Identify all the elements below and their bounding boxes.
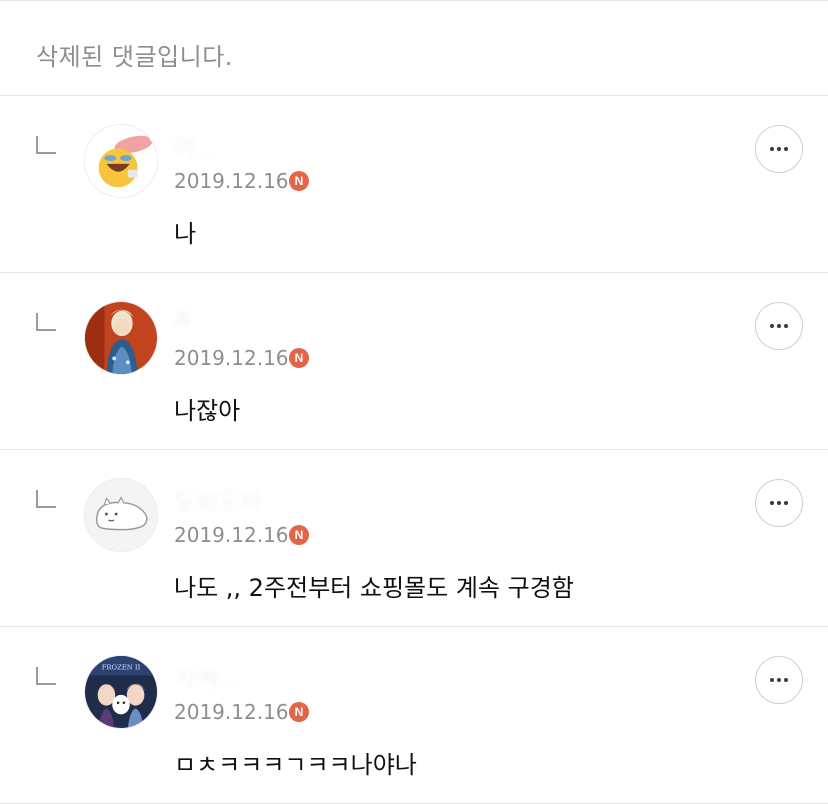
deleted-comment-text: 삭제된 댓글입니다.	[36, 43, 233, 71]
more-options-button[interactable]	[755, 479, 803, 527]
username[interactable]: A	[174, 305, 190, 335]
comment-text: 나도 ,, 2주전부터 쇼핑몰도 계속 구경함	[174, 574, 574, 602]
more-options-button[interactable]	[755, 302, 803, 350]
avatar[interactable]	[84, 301, 158, 375]
emoji-laughing-avatar-icon	[85, 125, 157, 197]
new-badge: N	[289, 348, 309, 368]
username[interactable]: 지켜...	[174, 659, 241, 693]
username[interactable]: 도비도비	[174, 482, 262, 516]
reply-comment: FROZEN II 지켜... 2019.12.16 N ㅁㅊㅋㅋㅋㄱㅋㅋ나야나	[0, 627, 828, 804]
more-dot	[784, 147, 788, 151]
comment-date: 2019.12.16	[174, 346, 289, 370]
more-options-button[interactable]	[755, 125, 803, 173]
more-dot	[777, 678, 781, 682]
more-options-button[interactable]	[755, 656, 803, 704]
elsa-avatar-icon	[85, 302, 157, 374]
more-horizontal-icon	[770, 678, 774, 682]
new-badge: N	[289, 525, 309, 545]
comment-thread: 삭제된 댓글입니다. 아... 2019.12.16 N 나 A 2019.12…	[0, 0, 828, 804]
reply-comment: 도비도비 2019.12.16 N 나도 ,, 2주전부터 쇼핑몰도 계속 구경…	[0, 450, 828, 627]
more-dot	[784, 501, 788, 505]
comment-text: 나잖아	[174, 397, 241, 425]
comment-text: 나	[174, 220, 197, 248]
reply-arrow-icon	[36, 490, 56, 508]
comment-date: 2019.12.16	[174, 700, 289, 724]
more-dot	[784, 678, 788, 682]
more-dot	[777, 501, 781, 505]
more-dot	[784, 324, 788, 328]
more-horizontal-icon	[770, 501, 774, 505]
avatar[interactable]	[84, 124, 158, 198]
comment-text: ㅁㅊㅋㅋㅋㄱㅋㅋ나야나	[174, 751, 417, 779]
reply-comment: A 2019.12.16 N 나잖아	[0, 273, 828, 450]
frozen-avatar-icon: FROZEN II	[85, 656, 157, 728]
deleted-comment: 삭제된 댓글입니다.	[0, 0, 828, 96]
white-creature-avatar-icon	[85, 479, 157, 551]
username[interactable]: 아...	[174, 128, 219, 162]
new-badge: N	[289, 702, 309, 722]
more-dot	[777, 147, 781, 151]
more-dot	[777, 324, 781, 328]
reply-comment: 아... 2019.12.16 N 나	[0, 96, 828, 273]
reply-arrow-icon	[36, 667, 56, 685]
more-horizontal-icon	[770, 324, 774, 328]
reply-arrow-icon	[36, 313, 56, 331]
comment-date: 2019.12.16	[174, 169, 289, 193]
reply-arrow-icon	[36, 136, 56, 154]
new-badge: N	[289, 171, 309, 191]
avatar[interactable]	[84, 478, 158, 552]
avatar[interactable]: FROZEN II	[84, 655, 158, 729]
comment-date: 2019.12.16	[174, 523, 289, 547]
svg-text:FROZEN II: FROZEN II	[102, 664, 141, 672]
more-horizontal-icon	[770, 147, 774, 151]
